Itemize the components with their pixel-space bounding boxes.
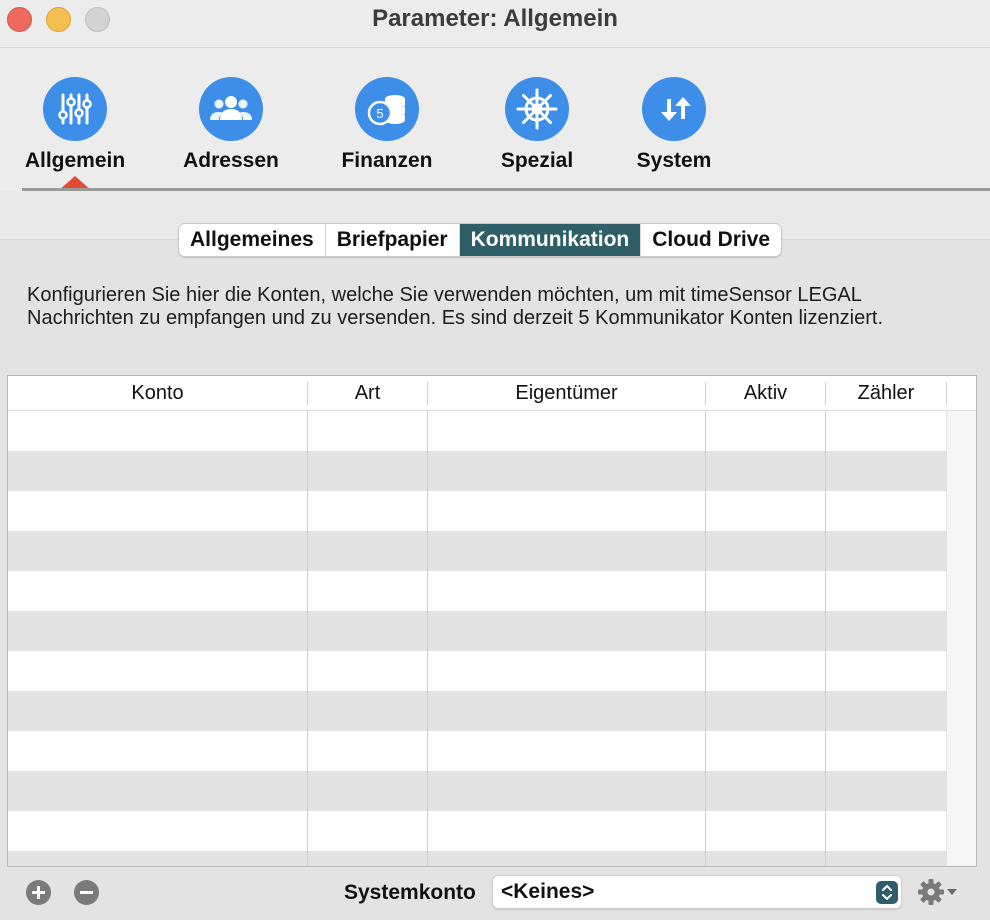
tab-allgemeines[interactable]: Allgemeines — [179, 224, 326, 256]
wheel-icon — [505, 77, 569, 141]
chevron-updown-icon — [876, 881, 898, 904]
toolbar-item-allgemein[interactable]: Allgemein — [15, 77, 135, 173]
system-account-label: Systemkonto — [344, 881, 476, 904]
header-separator — [946, 382, 947, 405]
toolbar-label-allgemein: Allgemein — [24, 149, 126, 172]
add-account-button[interactable] — [26, 880, 51, 905]
column-divider — [427, 411, 428, 866]
vertical-scrollbar[interactable] — [946, 411, 976, 866]
remove-account-button[interactable] — [74, 880, 99, 905]
chevron-down-icon — [947, 889, 957, 895]
table-row[interactable] — [8, 851, 946, 866]
table-row[interactable] — [8, 531, 946, 571]
table-row[interactable] — [8, 691, 946, 731]
tab-bar: Allgemeines Briefpapier Kommunikation Cl… — [178, 223, 783, 257]
toolbar-label-spezial: Spezial — [500, 149, 574, 172]
preferences-toolbar: Allgemein Adressen 5 Finanzen Spezial Sy… — [0, 48, 990, 191]
table-row[interactable] — [8, 411, 946, 451]
svg-text:5: 5 — [376, 106, 383, 121]
table-header: Konto Art Eigentümer Aktiv Zähler — [8, 376, 976, 411]
sliders-icon — [43, 77, 107, 141]
plus-icon — [32, 886, 45, 899]
tab-kommunikation[interactable]: Kommunikation — [459, 224, 642, 256]
column-header-aktiv[interactable]: Aktiv — [706, 376, 825, 411]
gear-menu-button[interactable] — [916, 876, 966, 908]
toolbar-label-system: System — [636, 149, 712, 172]
toolbar-item-adressen[interactable]: Adressen — [171, 77, 291, 173]
column-header-zaehler[interactable]: Zähler — [826, 376, 946, 411]
people-icon — [199, 77, 263, 141]
tab-cloud-drive[interactable]: Cloud Drive — [641, 224, 781, 256]
bottom-bar: Systemkonto <Keines> — [0, 867, 990, 920]
toolbar-label-finanzen: Finanzen — [341, 149, 433, 172]
toolbar-item-spezial[interactable]: Spezial — [477, 77, 597, 173]
column-divider — [705, 411, 706, 866]
column-header-konto[interactable]: Konto — [8, 376, 307, 411]
column-divider — [307, 411, 308, 866]
column-divider — [825, 411, 826, 866]
description-text: Konfigurieren Sie hier die Konten, welch… — [27, 284, 884, 329]
tab-briefpapier[interactable]: Briefpapier — [326, 224, 460, 256]
table-row[interactable] — [8, 731, 946, 771]
system-account-select[interactable]: <Keines> — [492, 875, 902, 909]
toolbar-item-finanzen[interactable]: 5 Finanzen — [327, 77, 447, 173]
window-title: Parameter: Allgemein — [372, 5, 618, 32]
toolbar-item-system[interactable]: System — [614, 77, 734, 173]
table-row[interactable] — [8, 811, 946, 851]
accounts-table[interactable]: Konto Art Eigentümer Aktiv Zähler — [7, 375, 977, 867]
arrows-icon — [642, 77, 706, 141]
system-account-value: <Keines> — [501, 880, 595, 903]
table-body — [8, 411, 946, 866]
table-row[interactable] — [8, 651, 946, 691]
minus-icon — [80, 891, 93, 894]
title-bar: Parameter: Allgemein — [0, 0, 990, 48]
gear-icon — [918, 879, 944, 905]
table-row[interactable] — [8, 571, 946, 611]
column-header-art[interactable]: Art — [308, 376, 427, 411]
table-row[interactable] — [8, 451, 946, 491]
toolbar-label-adressen: Adressen — [183, 149, 279, 172]
table-row[interactable] — [8, 611, 946, 651]
table-row[interactable] — [8, 491, 946, 531]
column-header-eigentuemer[interactable]: Eigentümer — [428, 376, 705, 411]
table-row[interactable] — [8, 771, 946, 811]
coins-icon: 5 — [355, 77, 419, 141]
